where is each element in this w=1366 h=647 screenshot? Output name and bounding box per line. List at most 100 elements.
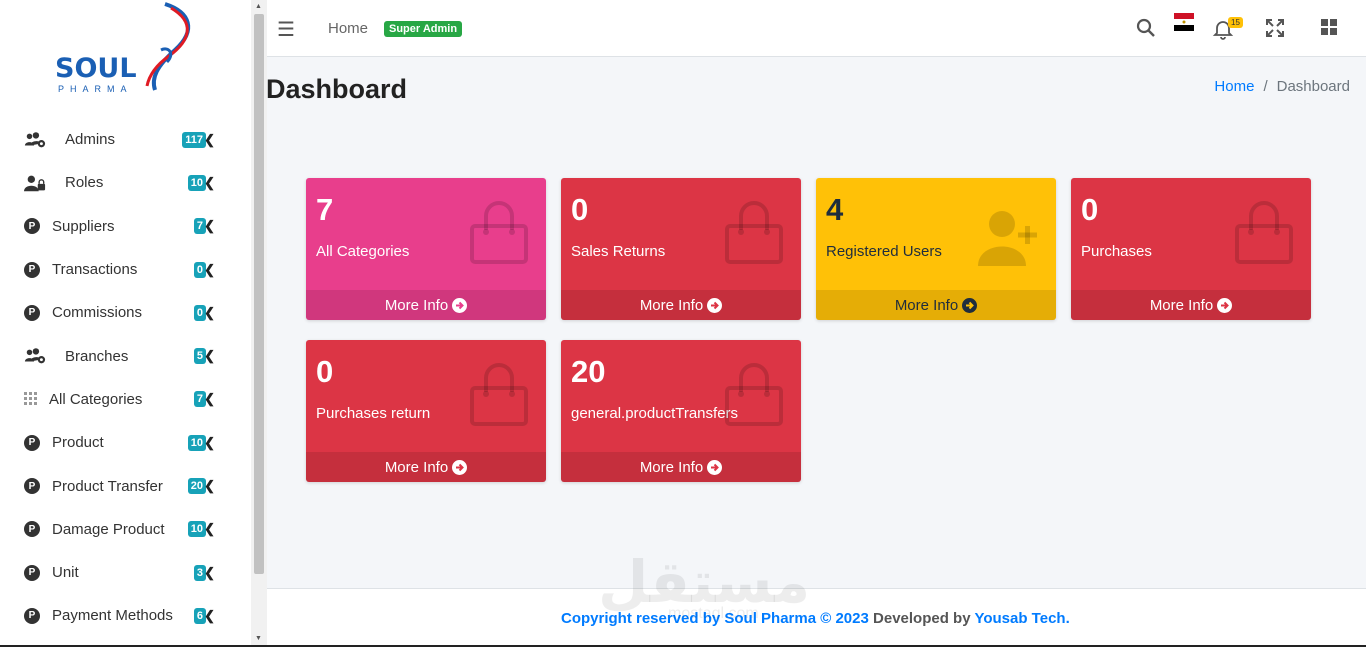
stat-label: Registered Users xyxy=(826,243,942,260)
search-icon[interactable] xyxy=(1136,18,1156,38)
page-title: Dashboard xyxy=(266,74,408,104)
stat-label: Sales Returns xyxy=(571,243,666,260)
more-info-label: More Info xyxy=(1149,296,1214,314)
shopping-bag-icon xyxy=(470,363,528,426)
stat-label: All Categories xyxy=(316,243,410,260)
app: SOUL PHARMA Admins 117 ❮ Roles 10 ❮ P Su… xyxy=(0,0,1366,647)
parking-icon: P xyxy=(24,261,40,278)
stat-label: Purchases xyxy=(1081,243,1152,260)
breadcrumb-current: Dashboard xyxy=(1276,78,1350,95)
stat-value: 20 xyxy=(571,354,606,389)
sidebar: SOUL PHARMA Admins 117 ❮ Roles 10 ❮ P Su… xyxy=(0,0,251,645)
more-info-link[interactable]: More Info xyxy=(561,452,801,482)
sidebar-scrollbar[interactable]: ▲ ▼ xyxy=(251,0,267,645)
parking-icon: P xyxy=(24,564,40,581)
fullscreen-expand-icon[interactable] xyxy=(1266,19,1284,37)
sidebar-item-product[interactable]: P Product 10 ❮ xyxy=(0,421,251,464)
user-plus-icon xyxy=(978,211,1037,266)
more-info-label: More Info xyxy=(639,458,704,476)
more-info-link[interactable]: More Info xyxy=(306,452,546,482)
arrow-circle-right-icon xyxy=(452,297,468,313)
arrow-circle-right-icon xyxy=(962,297,978,313)
sidebar-item-label: Unit xyxy=(52,564,79,582)
sidebar-item-all-categories[interactable]: All Categories 7 ❮ xyxy=(0,378,251,421)
arrow-circle-right-icon xyxy=(707,297,723,313)
sidebar-item-product-transfer[interactable]: P Product Transfer 20 ❮ xyxy=(0,464,251,507)
chevron-left-icon: ❮ xyxy=(204,304,215,320)
user-lock-icon xyxy=(24,174,46,192)
sidebar-item-transactions[interactable]: P Transactions 0 ❮ xyxy=(0,248,251,291)
chevron-left-icon: ❮ xyxy=(204,521,215,537)
chevron-left-icon: ❮ xyxy=(204,607,215,623)
scroll-down-arrow-icon[interactable]: ▼ xyxy=(255,635,262,642)
stat-label: Purchases return xyxy=(316,405,431,422)
sidebar-item-label: Product xyxy=(52,434,104,452)
stat-value: 0 xyxy=(571,192,589,227)
brand-swirl-icon xyxy=(145,2,191,91)
more-info-label: More Info xyxy=(894,296,959,314)
stat-card-registered-users: 4 Registered Users More Info xyxy=(816,178,1056,320)
watermark-url: mostaql.com xyxy=(668,605,759,622)
brand-logo[interactable]: SOUL PHARMA xyxy=(50,0,200,100)
nav-home-link[interactable]: Home xyxy=(328,20,368,37)
chevron-left-icon: ❮ xyxy=(204,261,215,277)
more-info-link[interactable]: More Info xyxy=(306,290,546,320)
chevron-left-icon: ❮ xyxy=(204,174,215,190)
topbar: ☰ Home Super Admin 15 xyxy=(267,0,1366,57)
egypt-flag-icon[interactable] xyxy=(1174,13,1194,31)
sidebar-item-label: Product Transfer xyxy=(52,477,163,495)
arrow-circle-right-icon xyxy=(1217,297,1233,313)
parking-icon: P xyxy=(24,304,40,321)
parking-icon: P xyxy=(24,521,40,538)
developer-link[interactable]: Yousab Tech. xyxy=(974,610,1069,627)
stat-value: 4 xyxy=(826,192,844,227)
parking-icon: P xyxy=(24,607,40,624)
scrollbar-thumb[interactable] xyxy=(254,14,264,574)
more-info-link[interactable]: More Info xyxy=(1071,290,1311,320)
breadcrumb-home-link[interactable]: Home xyxy=(1214,78,1254,95)
more-info-label: More Info xyxy=(384,296,449,314)
developed-by-text: Developed by xyxy=(873,610,971,627)
more-info-label: More Info xyxy=(384,458,449,476)
sidebar-item-payment-methods[interactable]: P Payment Methods 6 ❮ xyxy=(0,594,251,637)
parking-icon: P xyxy=(24,478,40,495)
users-cog-icon xyxy=(24,131,46,149)
notification-count-badge: 15 xyxy=(1228,17,1243,28)
sidebar-item-label: All Categories xyxy=(49,390,143,408)
shopping-bag-icon xyxy=(725,363,783,426)
sidebar-item-label: Branches xyxy=(65,347,129,365)
sidebar-item-label: Damage Product xyxy=(52,520,165,538)
chevron-left-icon: ❮ xyxy=(204,131,215,147)
brand-sub: PHARMA xyxy=(58,84,133,94)
sidebar-item-suppliers[interactable]: P Suppliers 7 ❮ xyxy=(0,205,251,248)
apps-grid-icon[interactable] xyxy=(1321,19,1337,35)
sidebar-item-branches[interactable]: Branches 5 ❮ xyxy=(0,334,251,377)
sidebar-item-label: Commissions xyxy=(52,304,143,322)
hamburger-menu-icon[interactable]: ☰ xyxy=(277,17,295,42)
sidebar-item-roles[interactable]: Roles 10 ❮ xyxy=(0,161,251,204)
stat-card-all-categories: 7 All Categories More Info xyxy=(306,178,546,320)
chevron-left-icon: ❮ xyxy=(204,218,215,234)
more-info-link[interactable]: More Info xyxy=(816,290,1056,320)
more-info-label: More Info xyxy=(639,296,704,314)
chevron-left-icon: ❮ xyxy=(204,478,215,494)
shopping-bag-icon xyxy=(470,201,528,264)
chevron-left-icon: ❮ xyxy=(204,564,215,580)
stat-value: 7 xyxy=(316,192,334,227)
sidebar-item-unit[interactable]: P Unit 3 ❮ xyxy=(0,551,251,594)
more-info-link[interactable]: More Info xyxy=(561,290,801,320)
sidebar-item-damage-product[interactable]: P Damage Product 10 ❮ xyxy=(0,508,251,551)
arrow-circle-right-icon xyxy=(707,459,723,475)
sidebar-nav: Admins 117 ❮ Roles 10 ❮ P Suppliers 7 ❮ xyxy=(0,118,251,638)
shopping-bag-icon xyxy=(725,201,783,264)
sidebar-item-label: Payment Methods xyxy=(52,607,173,625)
chevron-left-icon: ❮ xyxy=(204,434,215,450)
chevron-left-icon: ❮ xyxy=(204,391,215,407)
stat-card-purchases-return: 0 Purchases return More Info xyxy=(306,340,546,482)
sidebar-item-label: Admins xyxy=(65,131,116,149)
scroll-up-arrow-icon[interactable]: ▲ xyxy=(255,3,262,10)
sidebar-item-admins[interactable]: Admins 117 ❮ xyxy=(0,118,251,161)
role-badge: Super Admin xyxy=(384,21,463,37)
grid-icon xyxy=(24,390,38,408)
sidebar-item-commissions[interactable]: P Commissions 0 ❮ xyxy=(0,291,251,334)
